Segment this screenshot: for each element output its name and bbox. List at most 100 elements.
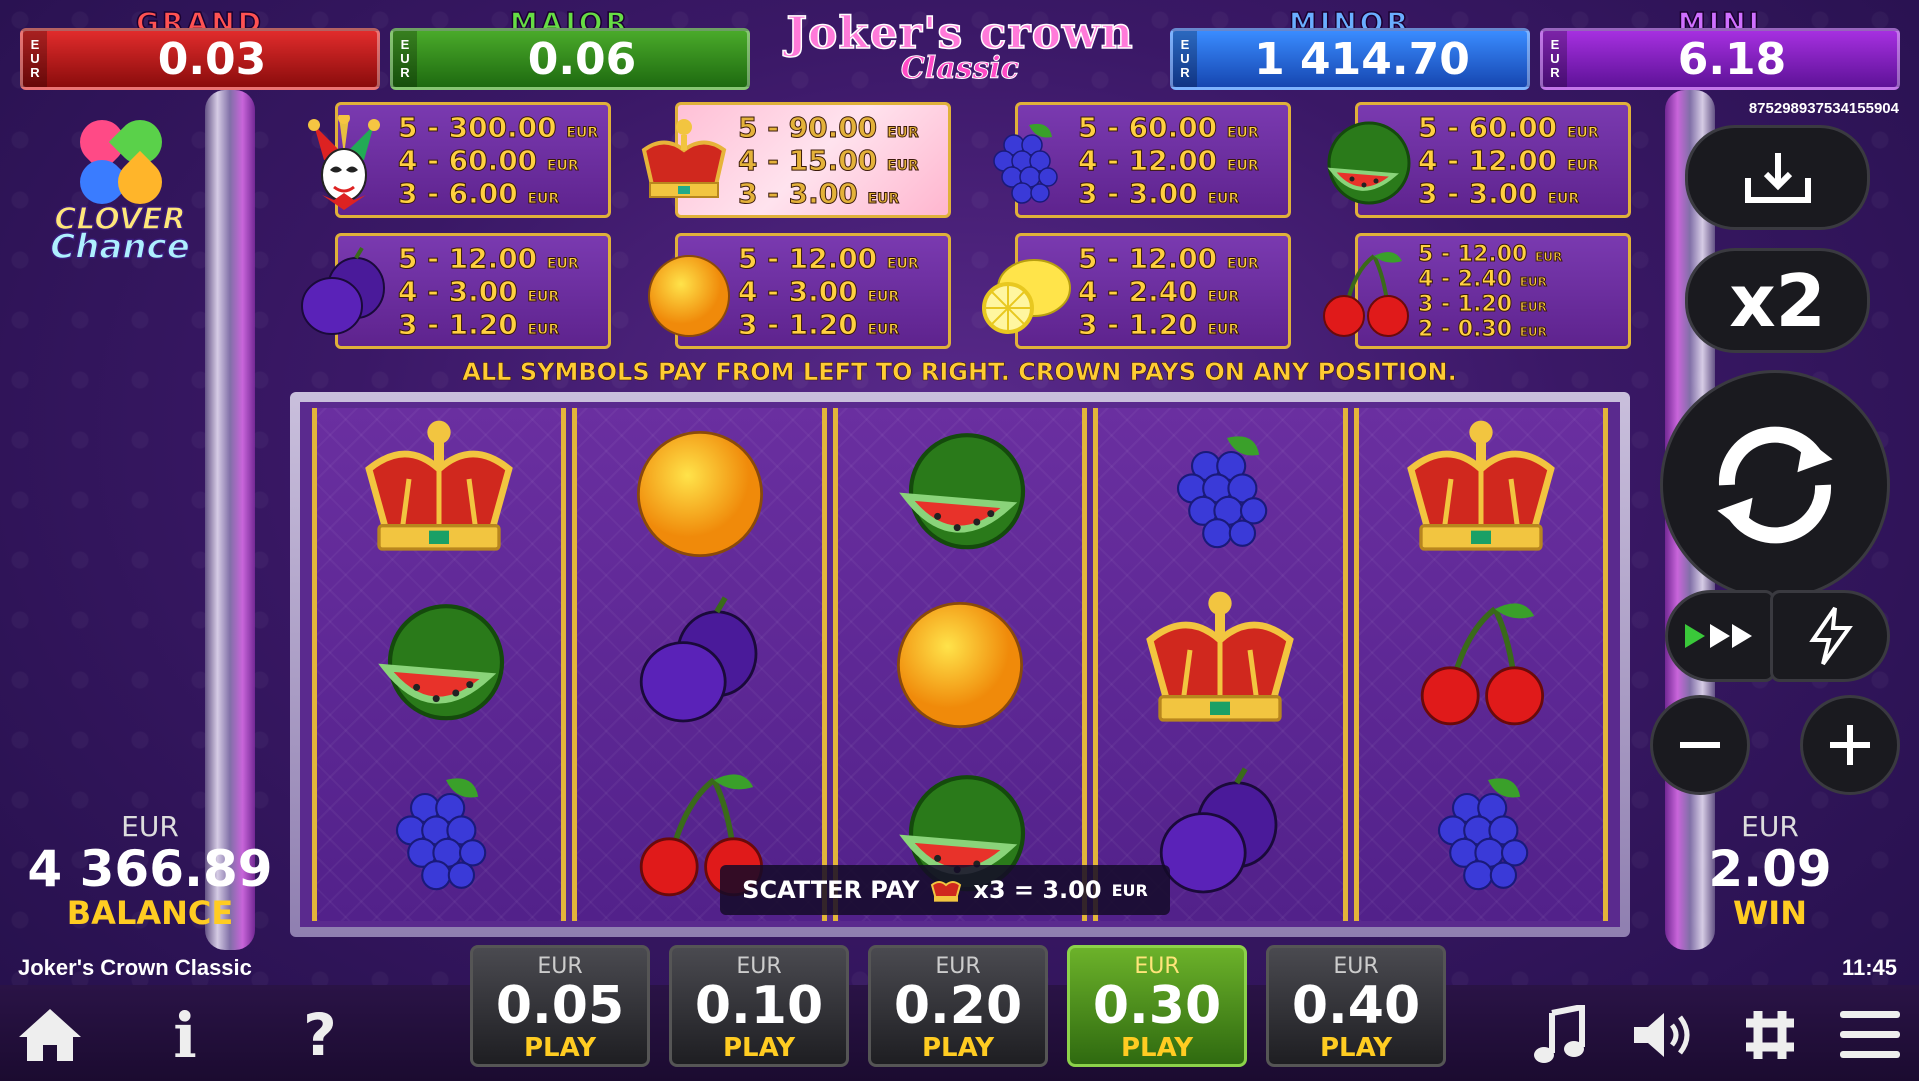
jackpot-minor-currency: EUR [1173, 31, 1197, 87]
plum-icon [639, 595, 758, 722]
clover-leaf [108, 150, 172, 214]
win-panel: EUR 2.09 WIN [1660, 810, 1880, 931]
grid-icon [1746, 1011, 1794, 1059]
paytable-lines: 5 - 300.00 EUR 4 - 60.00 EUR 3 - 6.00 EU… [397, 111, 602, 211]
info-button[interactable]: i [145, 998, 225, 1072]
plus-icon [1830, 725, 1870, 765]
spin-icon [1717, 426, 1833, 544]
autoplay-button[interactable] [1665, 590, 1775, 682]
turbo-button[interactable] [1770, 590, 1890, 682]
scatter-pay-banner: SCATTER PAY x3 = 3.00 EUR [720, 865, 1170, 915]
menu-button[interactable] [1830, 1000, 1910, 1070]
bet-value: 0.40 [1291, 976, 1421, 1036]
pay-line: 5 - 12.00 EUR [397, 242, 579, 276]
bet-value: 0.05 [495, 976, 625, 1036]
jackpot-mini-currency: EUR [1543, 31, 1567, 87]
jackpot-minor: MINOR EUR 1 414.70 [1170, 5, 1530, 90]
music-button[interactable] [1520, 1000, 1600, 1070]
reel-cell-grapes [1130, 414, 1310, 574]
joker-icon [294, 112, 394, 211]
bet-option[interactable]: EUR 0.20 PLAY [868, 945, 1048, 1067]
spin-button[interactable] [1660, 370, 1890, 600]
bet-option[interactable]: EUR 0.05 PLAY [470, 945, 650, 1067]
scatter-multiplier: x3 = 3.00 [973, 876, 1102, 904]
paytable-lines: 5 - 60.00 EUR 4 - 12.00 EUR 3 - 3.00 EUR [1417, 111, 1622, 211]
collect-button[interactable] [1685, 125, 1870, 230]
bet-option[interactable]: EUR 0.10 PLAY [669, 945, 849, 1067]
bet-play-label: PLAY [921, 1033, 995, 1063]
bet-play-label: PLAY [1120, 1033, 1194, 1063]
reel [1353, 408, 1609, 921]
reel [1093, 408, 1348, 921]
pay-line: 5 - 12.00 EUR [1077, 242, 1259, 276]
crown-icon [1407, 420, 1555, 551]
bet-play-label: PLAY [1319, 1033, 1393, 1063]
reel-cell-grapes [349, 756, 529, 916]
minus-icon [1680, 742, 1720, 748]
reel-cell-crown [349, 414, 529, 574]
bet-option[interactable]: EUR 0.40 PLAY [1266, 945, 1446, 1067]
autoplay-icon [1685, 624, 1752, 648]
bet-option-selected[interactable]: EUR 0.30 PLAY [1067, 945, 1247, 1067]
reel-cell-orange [610, 414, 790, 574]
lightning-icon [1809, 606, 1853, 666]
reel [572, 408, 827, 921]
home-button[interactable] [10, 1000, 90, 1070]
sound-button[interactable] [1625, 1000, 1705, 1070]
orange-icon [636, 430, 763, 557]
clover-logo-line2: Chance [49, 226, 190, 268]
crown-icon [634, 115, 734, 211]
pay-line: 3 - 1.20 EUR [398, 308, 560, 342]
reel-frame [290, 392, 1630, 937]
jackpot-grand-box: EUR 0.03 [20, 28, 380, 90]
orange-icon [634, 246, 734, 342]
win-value: 2.09 [1708, 840, 1832, 898]
bet-play-label: PLAY [722, 1033, 796, 1063]
crown-icon [931, 881, 962, 902]
orange-icon [897, 601, 1024, 728]
reel-cell-plum [610, 585, 790, 745]
pay-line: 4 - 12.00 EUR [1417, 144, 1599, 178]
crown-icon [1146, 591, 1295, 722]
jackpot-minor-value: 1 414.70 [1254, 33, 1470, 85]
info-icon: i [173, 998, 197, 1072]
clover-icon [70, 110, 172, 214]
pay-line: 4 - 2.40 EUR [1417, 267, 1547, 293]
win-currency: EUR [1741, 810, 1799, 843]
multiplier-label: x2 [1729, 258, 1826, 343]
pay-line: 4 - 60.00 EUR [397, 144, 579, 178]
paytable-lemon: 5 - 12.00 EUR 4 - 2.40 EUR 3 - 1.20 EUR [982, 233, 1291, 349]
reel-cell-cherry [1391, 585, 1571, 745]
cherry-icon [1314, 246, 1414, 342]
bet-play-label: PLAY [523, 1033, 597, 1063]
bet-value: 0.20 [893, 976, 1023, 1036]
paytable-orange: 5 - 12.00 EUR 4 - 3.00 EUR 3 - 1.20 EUR [648, 233, 951, 349]
game-hub-button[interactable] [1730, 1000, 1810, 1070]
jackpot-mini: MINI EUR 6.18 [1540, 5, 1900, 90]
jackpot-grand-value: 0.03 [157, 33, 267, 85]
reel-cell-crown [1391, 414, 1571, 574]
help-button[interactable]: ? [280, 1000, 360, 1070]
reel-cell-crown [1130, 585, 1310, 745]
jackpot-minor-box: EUR 1 414.70 [1170, 28, 1530, 90]
pay-line: 3 - 1.20 EUR [1417, 292, 1547, 318]
decrease-bet-button[interactable] [1650, 695, 1750, 795]
hamburger-menu-icon [1840, 1011, 1900, 1058]
jackpot-major-box: EUR 0.06 [390, 28, 750, 90]
pay-line: 5 - 12.00 EUR [1417, 242, 1563, 268]
pay-line: 3 - 3.00 EUR [1078, 177, 1240, 211]
paytable-lines: 5 - 12.00 EUR 4 - 2.40 EUR 3 - 1.20 EUR [1077, 242, 1282, 342]
reels [300, 402, 1620, 927]
grapes-icon [974, 115, 1074, 211]
pay-line: 2 - 0.30 EUR [1417, 317, 1547, 343]
home-icon [19, 1009, 81, 1061]
reel [312, 408, 567, 921]
jackpot-mini-value: 6.18 [1677, 33, 1787, 85]
paytable-watermelon: 5 - 60.00 EUR 4 - 12.00 EUR 3 - 3.00 EUR [1327, 102, 1631, 218]
pay-line: 4 - 2.40 EUR [1078, 275, 1240, 309]
multiplier-button[interactable]: x2 [1685, 248, 1870, 353]
balance-label: BALANCE [66, 894, 234, 932]
scatter-label: SCATTER PAY [742, 876, 920, 904]
increase-bet-button[interactable] [1800, 695, 1900, 795]
reel [832, 408, 1088, 921]
